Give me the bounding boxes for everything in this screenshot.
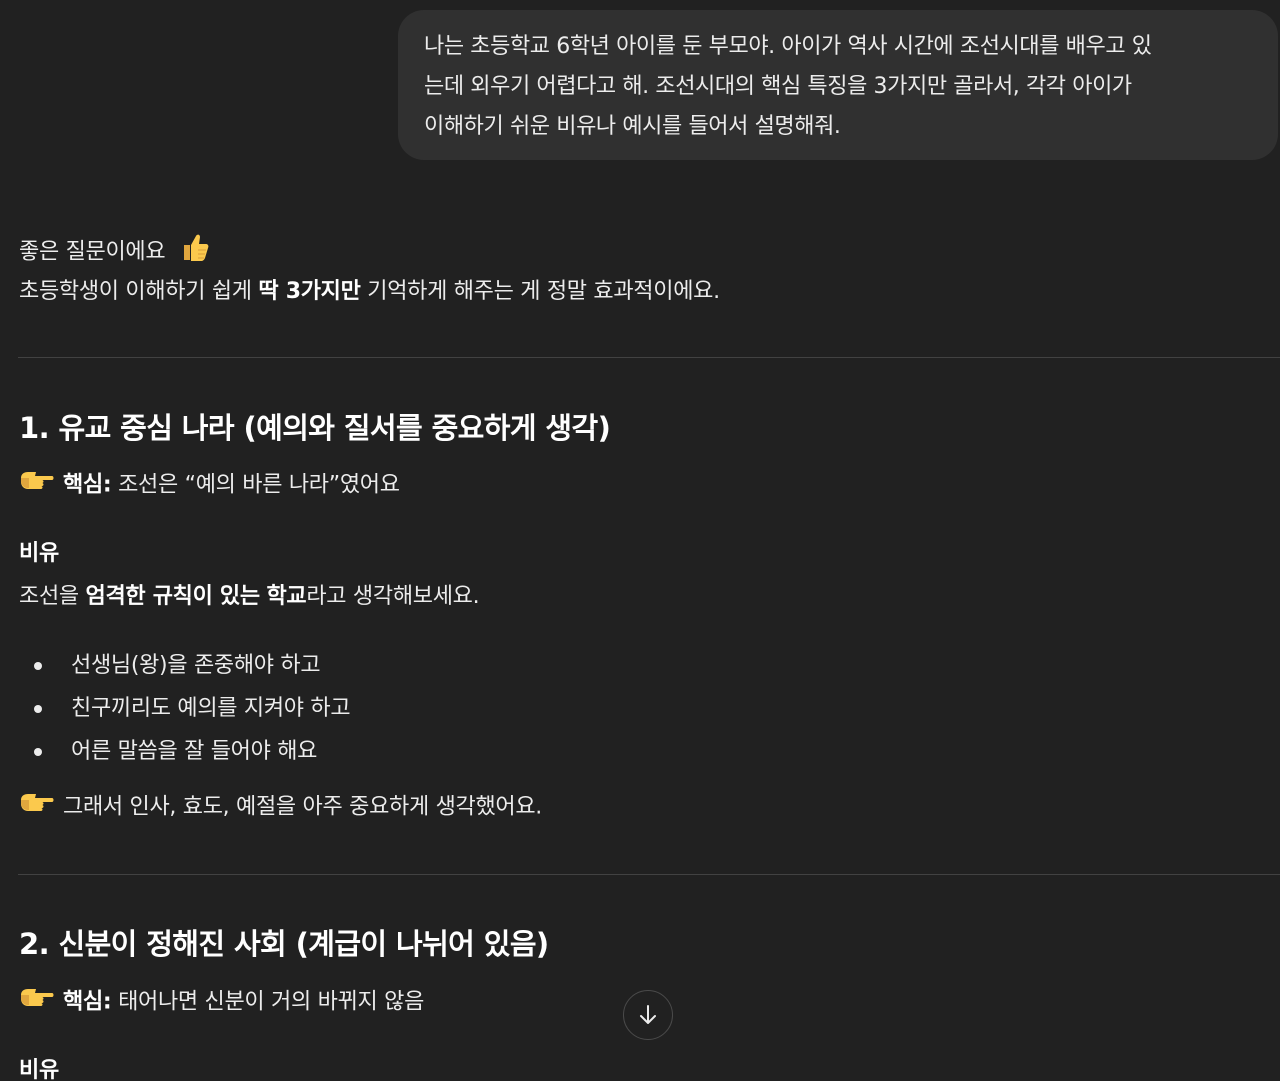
conclusion-line: 그래서 인사, 효도, 예절을 아주 중요하게 생각했어요. (19, 790, 542, 825)
assistant-intro: 초등학생이 이해하기 쉽게 딱 3가지만 기억하게 해주는 게 정말 효과적이에… (19, 275, 720, 309)
user-message-line: 나는 초등학교 6학년 아이를 둔 부모야. 아이가 역사 시간에 조선시대를 … (424, 34, 1152, 59)
list-item: 선생님(왕)을 존중해야 하고 (71, 653, 321, 678)
greeting-text: 좋은 질문이에요 (19, 239, 166, 265)
pointing-right-icon (19, 985, 55, 1020)
analogy-part: 조선을 (19, 584, 86, 609)
pointing-right-icon (19, 790, 55, 825)
core-line: 핵심: 조선은 “예의 바른 나라”였어요 (19, 468, 400, 503)
analogy-bold: 엄격한 규칙이 있는 (85, 584, 261, 609)
analogy-heading: 비유 (19, 1058, 59, 1081)
core-text: 태어나면 신분이 거의 바뀌지 않음 (111, 989, 425, 1015)
intro-text: 초등학생이 이해하기 쉽게 (19, 279, 259, 304)
analogy-heading: 비유 (19, 541, 59, 566)
section-heading: 1. 유교 중심 나라 (예의와 질서를 중요하게 생각) (19, 411, 611, 445)
bullet-dot (34, 662, 42, 670)
bullet-dot (34, 748, 42, 756)
list-item: 어른 말씀을 잘 들어야 해요 (71, 739, 318, 764)
scroll-down-button[interactable] (623, 990, 673, 1040)
intro-text-end: 기억하게 해주는 게 정말 효과적이에요. (360, 279, 720, 304)
divider (18, 357, 1280, 358)
analogy-text: 조선을 엄격한 규칙이 있는 학교라고 생각해보세요. (19, 580, 480, 614)
user-message-line: 는데 외우기 어렵다고 해. 조선시대의 핵심 특징을 3가지만 골라서, 각각… (424, 74, 1132, 99)
arrow-down-icon (636, 1003, 660, 1027)
divider (18, 874, 1280, 875)
section-heading: 2. 신분이 정해진 사회 (계급이 나뉘어 있음) (19, 927, 549, 961)
thumbs-up-icon (178, 230, 212, 275)
list-item: 친구끼리도 예의를 지켜야 하고 (71, 696, 351, 721)
intro-bold: 딱 3가지만 (258, 279, 361, 304)
analogy-bold: 학교 (266, 584, 307, 609)
core-label: 핵심: (63, 472, 112, 498)
pointing-right-icon (19, 468, 55, 503)
assistant-greeting: 좋은 질문이에요 (19, 230, 212, 275)
core-line: 핵심: 태어나면 신분이 거의 바뀌지 않음 (19, 985, 424, 1020)
user-message-line: 이해하기 쉬운 비유나 예시를 들어서 설명해줘. (424, 114, 841, 139)
core-text: 조선은 “예의 바른 나라”였어요 (111, 472, 400, 498)
user-message-bubble: 나는 초등학교 6학년 아이를 둔 부모야. 아이가 역사 시간에 조선시대를 … (398, 10, 1278, 160)
core-label: 핵심: (63, 989, 112, 1015)
analogy-part: 라고 생각해보세요. (306, 584, 480, 609)
bullet-dot (34, 705, 42, 713)
conclusion-text: 그래서 인사, 효도, 예절을 아주 중요하게 생각했어요. (63, 794, 542, 820)
